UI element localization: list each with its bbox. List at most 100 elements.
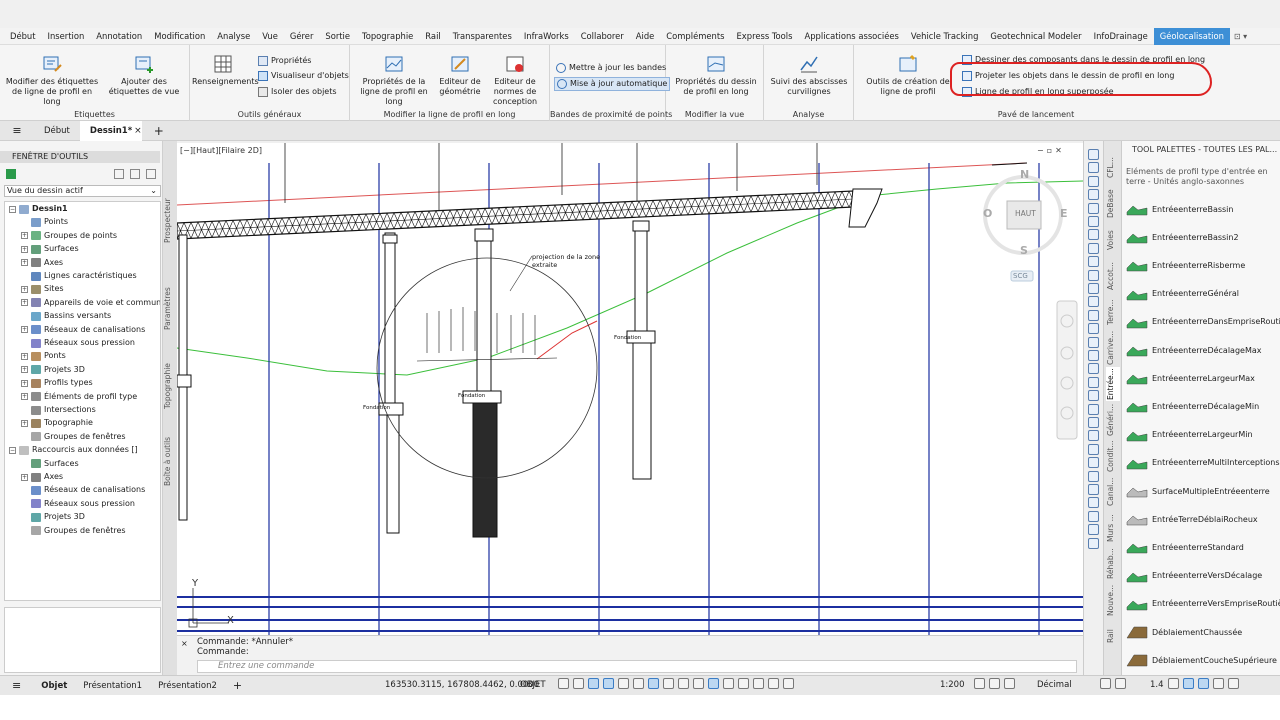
nav-tool-icon[interactable] [1088, 309, 1099, 321]
palette-item[interactable]: EntréeenterreLargeurMin [1126, 423, 1280, 447]
nav-tool-icon[interactable] [1088, 537, 1099, 549]
menu-item[interactable]: Analyse [211, 28, 256, 45]
palette-tab[interactable]: Nouve... [1106, 583, 1120, 617]
tab-presentation1[interactable]: Présentation1 [75, 681, 150, 691]
nav-tool-icon[interactable] [1088, 403, 1099, 415]
hamburger-menu-icon[interactable]: ≡ [0, 124, 34, 137]
nav-tool-icon[interactable] [1088, 242, 1099, 254]
hamburger-menu-icon[interactable]: ≡ [0, 679, 33, 692]
palette-tab[interactable]: Condit... [1106, 439, 1120, 473]
tree-expander-icon[interactable]: + [21, 419, 28, 427]
palette-tab[interactable]: CFL... [1106, 151, 1120, 185]
toolspace-side-tab[interactable]: Topographie [163, 346, 177, 426]
menu-item[interactable]: InfraWorks [518, 28, 575, 45]
nav-tool-icon[interactable] [1088, 376, 1099, 388]
palette-tab[interactable]: Murs ... [1106, 511, 1120, 545]
annotation-visibility-icon[interactable] [768, 678, 779, 689]
nav-tool-icon[interactable] [1088, 390, 1099, 402]
tree-item[interactable]: + Axes [21, 257, 63, 269]
menu-item[interactable]: Rail [419, 28, 446, 45]
toolspace-side-tab[interactable]: Paramètres [163, 269, 177, 349]
status-menu-icon[interactable] [1228, 678, 1239, 689]
tree-item[interactable]: Projets 3D [21, 511, 85, 523]
tree-expander-icon[interactable]: + [21, 299, 28, 307]
gizmo-icon[interactable] [753, 678, 764, 689]
menu-item[interactable]: Applications associées [799, 28, 905, 45]
tree-item[interactable]: Surfaces [21, 458, 79, 470]
menu-item[interactable]: Annotation [90, 28, 148, 45]
lineweight-icon[interactable] [663, 678, 674, 689]
annotation-monitor-icon[interactable] [989, 678, 1000, 689]
renseignements-button[interactable]: Renseignements [192, 53, 259, 87]
ribbon-options-icon[interactable]: ⊡ ▾ [1230, 32, 1247, 41]
tree-expander-icon[interactable]: + [21, 473, 28, 481]
tree-expander-icon[interactable]: − [9, 205, 16, 213]
tree-item[interactable]: Bassins versants [21, 310, 111, 322]
compass-east[interactable]: E [1060, 207, 1068, 220]
plus-icon[interactable] [1004, 678, 1015, 689]
menu-item[interactable]: Vue [256, 28, 284, 45]
nav-tool-icon[interactable] [1088, 350, 1099, 361]
menu-item[interactable]: Insertion [42, 28, 91, 45]
tree-item[interactable]: − Dessin1 [9, 203, 68, 215]
superimpose-profile-button[interactable]: Ligne de profil en long superposée [962, 86, 1114, 98]
menu-item[interactable]: Vehicle Tracking [905, 28, 984, 45]
tree-expander-icon[interactable]: + [21, 326, 28, 334]
tree-item[interactable]: Réseaux sous pression [21, 498, 135, 510]
compass-north[interactable]: N [1020, 168, 1029, 181]
palette-item[interactable]: EntréeenterreLargeurMax [1126, 366, 1280, 390]
palette-item[interactable]: DéblaiementChaussée [1126, 620, 1280, 644]
menu-item[interactable]: Transparentes [447, 28, 518, 45]
dynamic-input-icon[interactable] [648, 678, 659, 689]
menu-item[interactable]: Collaborer [575, 28, 630, 45]
nav-tool-icon[interactable] [1088, 497, 1099, 509]
add-view-labels-button[interactable]: Ajouter des étiquettes de vue [102, 53, 186, 97]
selection-filter-icon[interactable] [738, 678, 749, 689]
tree-expander-icon[interactable] [21, 460, 28, 467]
tree-expander-icon[interactable]: + [21, 352, 28, 360]
nav-tool-icon[interactable] [1088, 189, 1099, 201]
tree-item[interactable]: + Projets 3D [21, 364, 85, 376]
drawing-canvas[interactable]: [−][Haut][Filaire 2D] Y X projection de … [177, 143, 1083, 635]
tree-expander-icon[interactable]: + [21, 366, 28, 374]
3d-osnap-icon[interactable] [708, 678, 719, 689]
workspace-icon[interactable] [974, 678, 985, 689]
menu-item[interactable]: Compléments [660, 28, 730, 45]
nav-tool-icon[interactable] [1088, 149, 1099, 160]
tree-item[interactable]: + Appareils de voie et communi... [21, 297, 160, 309]
tree-expander-icon[interactable] [21, 514, 28, 521]
palette-item[interactable]: EntréeenterreGénéral [1126, 282, 1280, 306]
tree-item[interactable]: + Profils types [21, 377, 93, 389]
palette-item[interactable]: EntréeenterreDansEmpriseRoutière [1126, 310, 1280, 334]
close-icon[interactable]: × [181, 639, 188, 648]
nav-tool-icon[interactable] [1088, 216, 1099, 227]
toolspace-side-tab[interactable]: Prospecteur [163, 181, 177, 261]
tree-item[interactable]: Réseaux de canalisations [21, 484, 145, 496]
palette-tab[interactable]: Réhab... [1106, 547, 1120, 581]
tree-expander-icon[interactable] [21, 433, 28, 440]
nav-tool-icon[interactable] [1088, 229, 1099, 241]
isolate-objects-icon[interactable] [1168, 678, 1179, 689]
tree-expander-icon[interactable]: − [9, 446, 16, 454]
tree-expander-icon[interactable] [21, 527, 28, 534]
auto-scale-icon[interactable] [783, 678, 794, 689]
tree-item[interactable]: + Ponts [21, 350, 66, 362]
palette-item[interactable]: EntréeenterreVersDécalage [1126, 564, 1280, 588]
grid-icon[interactable] [558, 678, 569, 689]
customize-icon[interactable] [1213, 678, 1224, 689]
ortho-icon[interactable] [588, 678, 599, 689]
proprietes-button[interactable]: Propriétés [258, 55, 311, 67]
polar-icon[interactable] [603, 678, 614, 689]
selection-cycling-icon[interactable] [693, 678, 704, 689]
tree-item[interactable]: + Topographie [21, 417, 93, 429]
tab-presentation2[interactable]: Présentation2 [150, 681, 225, 691]
nav-tool-icon[interactable] [1088, 484, 1099, 495]
palette-tab[interactable]: Carrive... [1106, 331, 1120, 365]
tree-item[interactable]: Points [21, 216, 68, 228]
palette-tab[interactable]: Voies [1106, 223, 1120, 257]
tree-expander-icon[interactable]: + [21, 285, 28, 293]
geometry-editor-button[interactable]: Editeur de géométrie [438, 53, 482, 97]
nav-tool-icon[interactable] [1088, 443, 1099, 455]
tree-item[interactable]: + Surfaces [21, 243, 79, 255]
tree-item[interactable]: Lignes caractéristiques [21, 270, 137, 282]
